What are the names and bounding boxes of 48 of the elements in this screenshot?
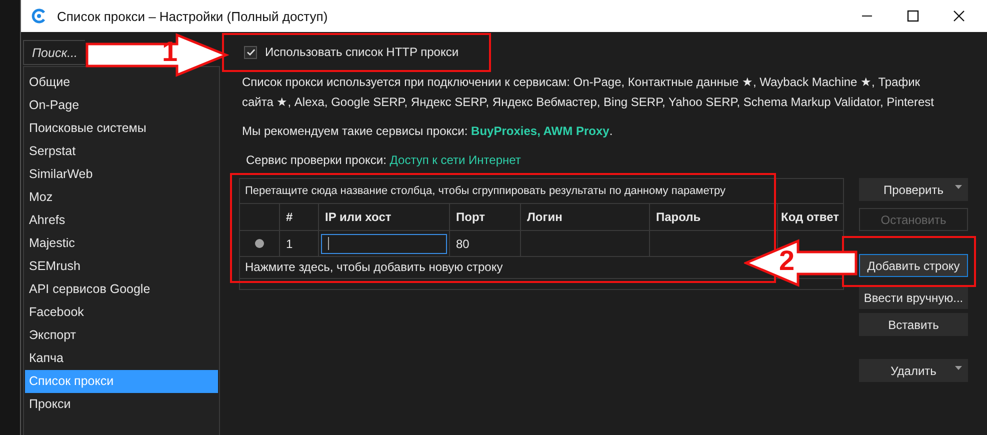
- app-logo-icon: [31, 8, 47, 24]
- sidebar-item[interactable]: SimilarWeb: [25, 163, 218, 186]
- link[interactable]: Доступ к сети Интернет: [390, 153, 521, 167]
- sidebar-item[interactable]: Serpstat: [25, 140, 218, 163]
- checkbox[interactable]: [244, 46, 257, 58]
- check-service-label: Сервис проверки прокси:: [246, 153, 386, 167]
- dropdown-arrow-icon: [955, 185, 962, 189]
- close-icon[interactable]: [953, 10, 965, 22]
- recommendation-text: Мы рекомендуем такие сервисы прокси:: [242, 124, 469, 138]
- action-button[interactable]: Удалить: [859, 359, 968, 382]
- checkbox-label: Использовать список HTTP прокси: [265, 45, 459, 59]
- column-header[interactable]: #: [280, 204, 319, 230]
- action-button[interactable]: Проверить: [859, 178, 968, 201]
- sidebar-item[interactable]: Facebook: [25, 301, 218, 324]
- group-panel-hint: Перетащите сюда название столбца, чтобы сгруппировать результаты по данному параметру: [240, 179, 843, 204]
- action-button[interactable]: Вставить: [859, 313, 968, 336]
- window-title: Список прокси – Настройки (Полный доступ): [57, 8, 328, 24]
- table-cell: 80: [450, 231, 521, 256]
- sidebar-item[interactable]: Экспорт: [25, 324, 218, 347]
- new-row-hint[interactable]: Нажмите здесь, чтобы добавить новую строку: [245, 260, 503, 274]
- column-header[interactable]: Код ответ: [778, 204, 843, 230]
- maximize-icon[interactable]: [907, 10, 919, 22]
- sidebar-item[interactable]: Ahrefs: [25, 209, 218, 232]
- sidebar-item[interactable]: API сервисов Google: [25, 278, 218, 301]
- link[interactable]: BuyProxies: [471, 124, 538, 138]
- link[interactable]: ,: [537, 124, 544, 138]
- sidebar-item[interactable]: Прокси: [25, 393, 218, 416]
- step-number: 2: [779, 245, 795, 277]
- table-cell: 1: [280, 231, 319, 256]
- action-button[interactable]: Ввести вручную...: [859, 286, 968, 309]
- sidebar-item[interactable]: Капча: [25, 347, 218, 370]
- sidebar-item[interactable]: SEMrush: [25, 255, 218, 278]
- sidebar-item[interactable]: On-Page: [25, 94, 218, 117]
- description-text: Список прокси используется при подключении к сервисам: On-Page, Контактные данные ★, Wayback Machine ★, Трафик сайта ★, Alexa, Google SERP, Яндекс SERP, Яндекс Вебмастер, Bing SERP, Yahoo SERP, Schema Markup Validator, Pinterest: [242, 74, 935, 111]
- action-button[interactable]: Добавить строку: [859, 254, 968, 277]
- dropdown-arrow-icon: [955, 366, 962, 370]
- sidebar-item[interactable]: Поисковые системы: [25, 117, 218, 140]
- sidebar-item[interactable]: Общие: [25, 71, 218, 94]
- link[interactable]: AWM Proxy: [543, 124, 610, 138]
- recommendation-text: .: [609, 124, 613, 138]
- sidebar-item[interactable]: Majestic: [25, 232, 218, 255]
- column-header[interactable]: Логин: [521, 204, 650, 230]
- sidebar-item[interactable]: Moz: [25, 186, 218, 209]
- input-field[interactable]: [321, 234, 447, 254]
- search-field[interactable]: Поиск...: [23, 40, 85, 65]
- column-header[interactable]: IP или хост: [319, 204, 450, 230]
- column-header[interactable]: Пароль: [650, 204, 778, 230]
- column-header[interactable]: Порт: [450, 204, 521, 230]
